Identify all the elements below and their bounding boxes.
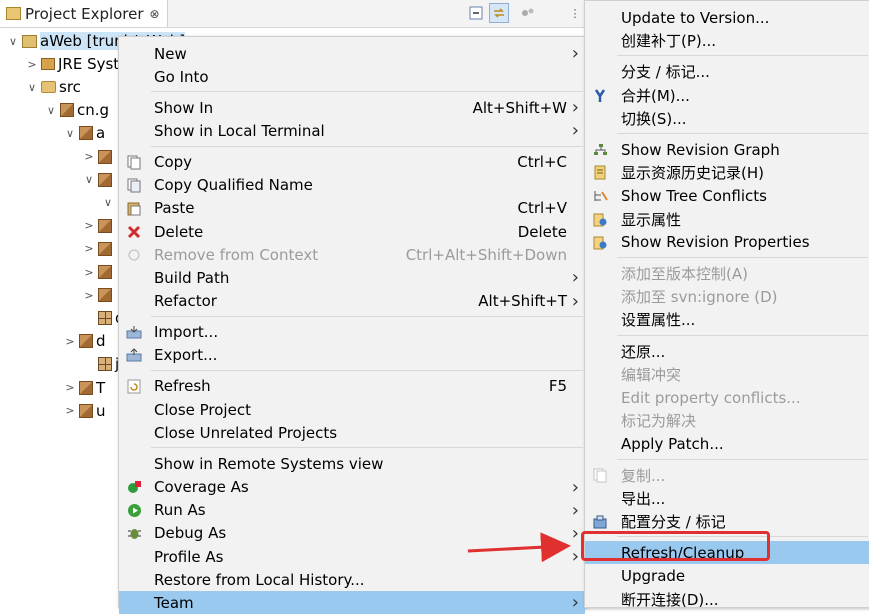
callout-arrow-icon bbox=[467, 532, 571, 563]
